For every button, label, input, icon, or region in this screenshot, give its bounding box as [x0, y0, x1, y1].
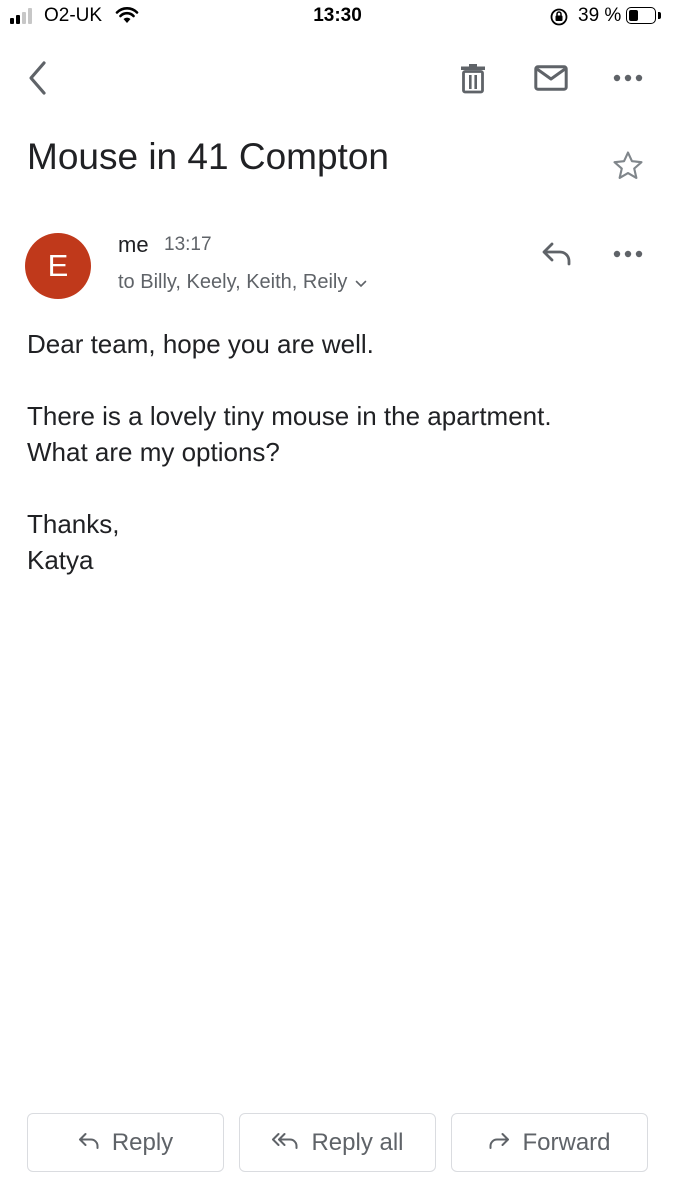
- recipients-toggle[interactable]: to Billy, Keely, Keith, Reily: [118, 271, 367, 294]
- more-vert-icon[interactable]: [608, 62, 648, 94]
- recipients-label: to Billy, Keely, Keith, Reily: [118, 271, 348, 293]
- reply-all-button[interactable]: Reply all: [239, 1113, 436, 1172]
- reply-icon[interactable]: [535, 234, 579, 274]
- chevron-down-icon: [355, 271, 367, 294]
- reply-all-label: Reply all: [311, 1128, 404, 1156]
- body-line: What are my options?: [27, 437, 280, 467]
- battery-tip: [658, 12, 661, 19]
- trash-icon[interactable]: [454, 58, 492, 98]
- battery-percent: 39 %: [578, 5, 622, 26]
- message-more-icon[interactable]: [608, 238, 648, 270]
- status-bar: O2-UK 13:30 39 %: [0, 0, 675, 36]
- mail-icon[interactable]: [531, 60, 571, 96]
- status-time: 13:30: [313, 5, 362, 26]
- forward-icon: [488, 1129, 510, 1157]
- battery-icon: [626, 7, 656, 24]
- star-icon[interactable]: [608, 146, 648, 186]
- reply-all-icon: [271, 1129, 299, 1157]
- email-subject: Mouse in 41 Compton: [27, 136, 389, 177]
- forward-label: Forward: [522, 1128, 611, 1156]
- back-chevron-icon[interactable]: [20, 60, 56, 96]
- orientation-lock-icon: [549, 7, 569, 32]
- reply-label: Reply: [111, 1128, 174, 1156]
- reply-button[interactable]: Reply: [27, 1113, 224, 1172]
- email-body: Dear team, hope you are well. There is a…: [27, 326, 647, 578]
- avatar-letter: E: [47, 248, 69, 283]
- sender-name: me: [118, 232, 149, 257]
- body-line: There is a lovely tiny mouse in the apar…: [27, 401, 552, 431]
- forward-button[interactable]: Forward: [451, 1113, 648, 1172]
- avatar: E: [25, 233, 91, 299]
- body-line: Katya: [27, 545, 94, 575]
- body-line: Thanks,: [27, 509, 120, 539]
- reply-icon: [78, 1129, 100, 1157]
- message-time: 13:17: [164, 234, 212, 255]
- body-line: Dear team, hope you are well.: [27, 329, 374, 359]
